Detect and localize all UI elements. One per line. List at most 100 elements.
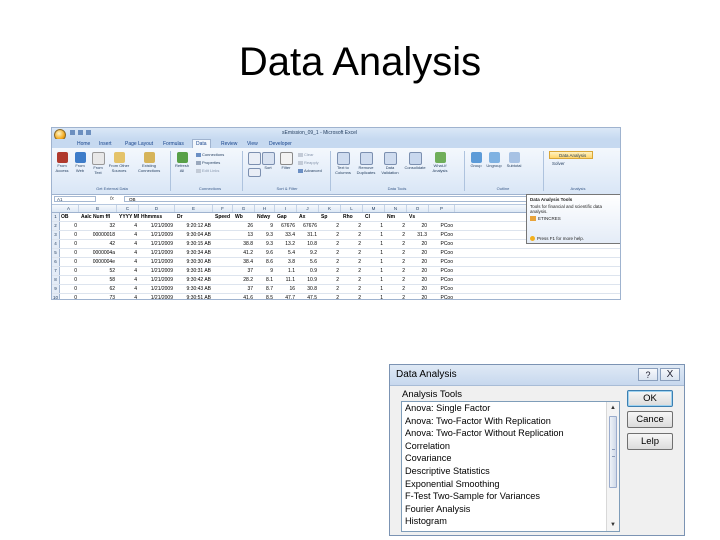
table-cell[interactable]: 37 [233, 285, 255, 293]
list-item[interactable]: Covariance [405, 453, 451, 463]
table-cell[interactable]: 5.6 [297, 258, 319, 266]
table-cell[interactable]: 00000018 [79, 231, 117, 239]
list-item[interactable]: Descriptive Statistics [405, 466, 490, 476]
table-cell[interactable]: 1/21/2009 [139, 276, 175, 284]
table-cell[interactable]: PCoo [429, 258, 455, 266]
table-cell[interactable]: 2 [319, 240, 341, 248]
existing-connections-button[interactable]: Existing Connections [138, 152, 160, 173]
table-cell[interactable]: 20 [407, 267, 429, 275]
table-cell[interactable]: PCoo [429, 285, 455, 293]
header-cell[interactable] [429, 213, 455, 221]
table-cell[interactable]: 2 [341, 285, 363, 293]
table-cell[interactable]: PCoo [429, 249, 455, 257]
table-cell[interactable]: 0 [59, 258, 79, 266]
header-cell[interactable]: Speed [213, 213, 233, 221]
header-cell[interactable]: YYYY MM DD [117, 213, 139, 221]
undo-icon[interactable] [78, 130, 83, 135]
list-item[interactable]: Correlation [405, 441, 450, 451]
redo-icon[interactable] [86, 130, 91, 135]
table-cell[interactable]: 1/21/2009 [139, 267, 175, 275]
table-cell[interactable]: 4 [117, 222, 139, 230]
table-cell[interactable]: 2 [319, 267, 341, 275]
table-cell[interactable]: 20 [407, 285, 429, 293]
help-button[interactable]: Lelp [627, 433, 673, 450]
table-cell[interactable]: 2 [319, 249, 341, 257]
table-cell[interactable]: 20 [407, 240, 429, 248]
table-cell[interactable]: 2 [319, 258, 341, 266]
tab-page-layout[interactable]: Page Layout [122, 140, 156, 148]
list-item[interactable]: Exponential Smoothing [405, 479, 500, 489]
list-item[interactable]: Fourier Analysis [405, 504, 470, 514]
table-cell[interactable]: 31.1 [297, 231, 319, 239]
table-cell[interactable] [213, 222, 233, 230]
table-cell[interactable]: 1 [363, 222, 385, 230]
from-access-button[interactable]: From Access [54, 152, 70, 173]
header-cell[interactable]: Aalc Num ffl [79, 213, 117, 221]
table-cell[interactable]: 4 [117, 258, 139, 266]
data-validation-button[interactable]: Data Validation [380, 152, 400, 175]
table-cell[interactable]: 1/21/2009 [139, 258, 175, 266]
table-cell[interactable]: 2 [385, 276, 407, 284]
table-cell[interactable] [213, 258, 233, 266]
table-cell[interactable]: 2 [319, 222, 341, 230]
table-cell[interactable] [213, 240, 233, 248]
refresh-all-button[interactable]: Refresh All [174, 152, 190, 173]
table-cell[interactable]: 67676 [275, 222, 297, 230]
scroll-down-icon[interactable]: ▼ [608, 520, 618, 530]
table-cell[interactable]: 10.8 [297, 240, 319, 248]
table-cell[interactable]: 9:30:51 AB [175, 294, 213, 299]
table-cell[interactable]: 8.6 [255, 258, 275, 266]
column-header[interactable]: G [233, 205, 255, 212]
table-cell[interactable]: 20 [407, 276, 429, 284]
table-cell[interactable]: 8.7 [255, 285, 275, 293]
help-icon[interactable]: ? [638, 368, 658, 381]
remove-duplicates-button[interactable]: Remove Duplicates [356, 152, 376, 175]
table-cell[interactable]: 9 [255, 222, 275, 230]
table-cell[interactable]: 2 [341, 222, 363, 230]
table-cell[interactable]: 58 [79, 276, 117, 284]
edit-links-button[interactable]: Edit Links [196, 168, 219, 173]
save-icon[interactable] [70, 130, 75, 135]
clear-button[interactable]: Clear [298, 152, 314, 157]
filter-button[interactable]: Filter [278, 152, 294, 171]
tab-review[interactable]: Review [218, 140, 240, 148]
subtotal-button[interactable]: Subtotal [506, 152, 522, 169]
table-cell[interactable]: 30.8 [297, 285, 319, 293]
header-cell[interactable]: Vs [407, 213, 429, 221]
what-if-analysis-button[interactable]: What-If Analysis [430, 152, 450, 173]
table-cell[interactable]: 47.5 [297, 294, 319, 299]
table-cell[interactable]: 2 [385, 249, 407, 257]
table-cell[interactable]: 33.4 [275, 231, 297, 239]
table-cell[interactable]: 5.4 [275, 249, 297, 257]
tab-home[interactable]: Home [74, 140, 93, 148]
column-header[interactable]: E [175, 205, 213, 212]
sort-button[interactable]: Sort [260, 152, 276, 171]
table-cell[interactable]: 2 [341, 240, 363, 248]
column-header[interactable]: A [59, 205, 79, 212]
table-cell[interactable]: 0 [59, 267, 79, 275]
table-cell[interactable]: 41.2 [233, 249, 255, 257]
table-cell[interactable]: 4 [117, 285, 139, 293]
list-scrollbar[interactable]: ▲ ▼ [606, 402, 619, 531]
table-cell[interactable]: PCoo [429, 231, 455, 239]
header-cell[interactable]: Wb [233, 213, 255, 221]
table-cell[interactable]: 41.6 [233, 294, 255, 299]
table-cell[interactable]: 9 [255, 267, 275, 275]
table-cell[interactable]: 0 [59, 240, 79, 248]
table-cell[interactable]: 4 [117, 231, 139, 239]
table-cell[interactable]: 20 [407, 294, 429, 299]
table-cell[interactable]: PCoo [429, 267, 455, 275]
table-cell[interactable]: 9.6 [255, 249, 275, 257]
table-cell[interactable]: PCoo [429, 222, 455, 230]
fx-icon[interactable]: fx [110, 196, 114, 202]
table-cell[interactable]: 2 [319, 285, 341, 293]
table-cell[interactable]: 47.7 [275, 294, 297, 299]
table-cell[interactable]: 2 [341, 249, 363, 257]
group-button[interactable]: Group [468, 152, 484, 169]
table-cell[interactable]: 2 [341, 276, 363, 284]
table-cell[interactable]: 1 [363, 285, 385, 293]
table-cell[interactable]: 20 [407, 222, 429, 230]
table-cell[interactable]: 13 [233, 231, 255, 239]
table-cell[interactable]: 0 [59, 231, 79, 239]
column-header[interactable]: M [363, 205, 385, 212]
